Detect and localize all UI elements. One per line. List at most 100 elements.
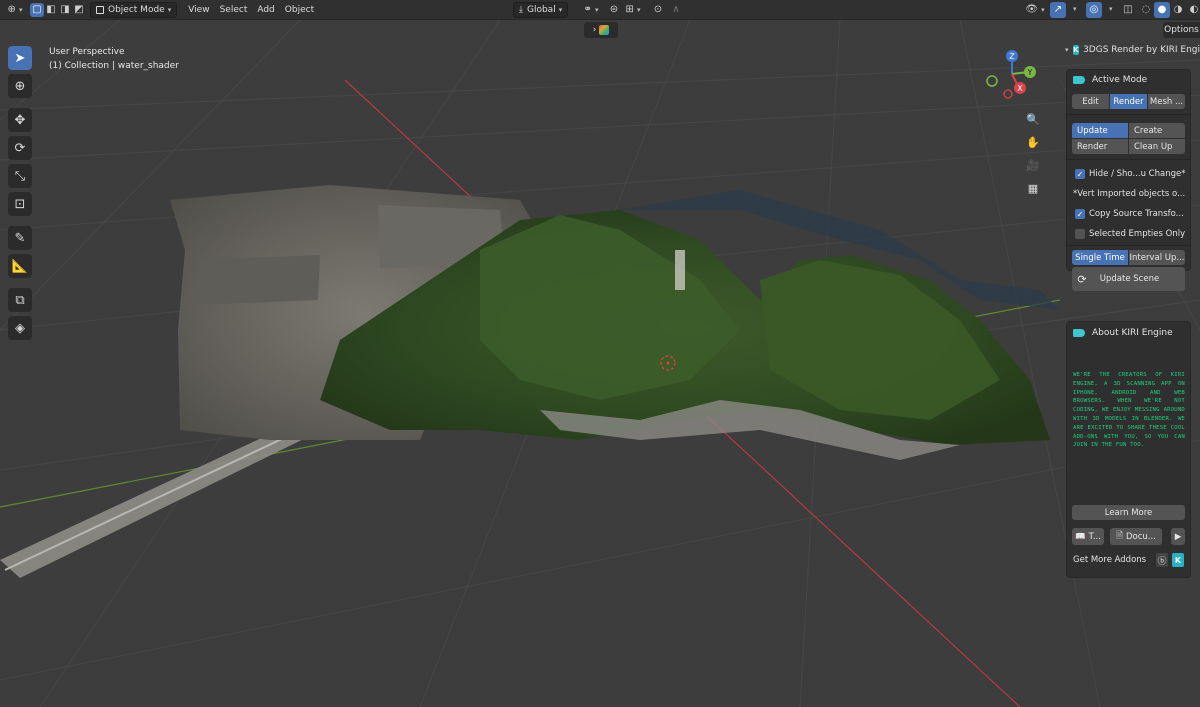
move-tool-icon[interactable]: ✥ bbox=[8, 108, 32, 132]
snap-icon[interactable]: ⊜ bbox=[606, 2, 622, 18]
sidebar-panel: ▾ K 3DGS Render by KIRI Engi Active Mode… bbox=[1062, 40, 1200, 707]
play-icon: ▶ bbox=[1174, 531, 1182, 542]
hide-show-label: Hide / Sho...u Change* bbox=[1089, 169, 1186, 179]
xray-icon[interactable]: ◫ bbox=[1120, 2, 1136, 18]
blender-window: ⊕ ▾ ▢ ◧ ◨ ◩ Object Mode ▾ View Select Add… bbox=[0, 0, 1200, 707]
learn-more-button[interactable]: Learn More bbox=[1072, 505, 1185, 520]
refresh-icon: ⟳ bbox=[1077, 272, 1087, 286]
annotate-tool-icon[interactable]: ✎ bbox=[8, 226, 32, 250]
rotate-tool-icon[interactable]: ⟳ bbox=[8, 136, 32, 160]
shading-material-icon[interactable]: ◑ bbox=[1170, 2, 1186, 18]
falloff-icon[interactable]: ∧ bbox=[668, 2, 684, 18]
select-subtract-icon[interactable]: ◨ bbox=[58, 2, 72, 18]
render-button[interactable]: Render bbox=[1072, 139, 1128, 154]
get-more-addons-row: Get More Addons ⓑ K bbox=[1067, 549, 1190, 571]
menu-view[interactable]: View bbox=[183, 2, 214, 18]
about-header: About KIRI Engine bbox=[1067, 323, 1190, 343]
add-cube-tool-icon[interactable]: ⧉ bbox=[8, 288, 32, 312]
options-dropdown[interactable]: Options bbox=[1163, 22, 1200, 38]
overlay-toggle-icon[interactable]: ◎ bbox=[1086, 1, 1102, 18]
scene-render bbox=[0, 20, 1200, 707]
kiri-engine-link-icon[interactable]: K bbox=[1172, 553, 1184, 567]
viewport-header: ⊕ ▾ ▢ ◧ ◨ ◩ Object Mode ▾ View Select Add… bbox=[0, 0, 1200, 20]
cursor-tool-icon[interactable]: ⊕ bbox=[8, 74, 32, 98]
chevron-down-icon[interactable]: ▾ bbox=[1109, 5, 1113, 13]
navigation-gizmo[interactable]: Z Y X bbox=[980, 46, 1040, 106]
transform-orientation-dropdown[interactable]: ⤓ Global ▾ bbox=[513, 1, 569, 18]
shading-wireframe-icon[interactable]: ◌ bbox=[1138, 2, 1154, 18]
gizmo-neg-y-icon[interactable] bbox=[986, 75, 998, 87]
hide-show-checkbox-row[interactable]: ✓ Hide / Sho...u Change* bbox=[1067, 164, 1190, 184]
video-button[interactable]: ▶ bbox=[1171, 528, 1185, 545]
selected-empties-checkbox-row[interactable]: Selected Empties Only bbox=[1067, 224, 1190, 244]
panel-title-text: 3DGS Render by KIRI Engi bbox=[1083, 45, 1200, 55]
menu-object[interactable]: Object bbox=[280, 2, 319, 18]
get-more-label: Get More Addons bbox=[1073, 555, 1147, 565]
checkbox-checked-icon[interactable]: ✓ bbox=[1075, 209, 1085, 219]
view-name: User Perspective bbox=[49, 47, 125, 57]
select-extend-icon[interactable]: ◧ bbox=[44, 2, 58, 18]
about-description: We're the creators of KIRI Engine, a 3D … bbox=[1073, 372, 1185, 449]
selected-empties-label: Selected Empties Only bbox=[1089, 229, 1186, 239]
panel-title[interactable]: ▾ K 3DGS Render by KIRI Engi bbox=[1062, 40, 1200, 60]
view-info-overlay: User Perspective (1) Collection | water_… bbox=[49, 45, 179, 73]
tag-icon bbox=[1073, 76, 1085, 84]
chevron-right-icon: › bbox=[592, 25, 597, 35]
chevron-down-icon: ▾ bbox=[167, 5, 172, 14]
tag-icon bbox=[1073, 329, 1085, 337]
scale-tool-icon[interactable]: ⤡ bbox=[8, 164, 32, 188]
shading-rendered-icon[interactable]: ◐ bbox=[1186, 2, 1200, 18]
vert-note: *Vert Imported objects o... bbox=[1073, 189, 1186, 199]
tab-mesh[interactable]: Mesh ... bbox=[1148, 94, 1185, 109]
copy-source-checkbox-row[interactable]: ✓ Copy Source Transfo... bbox=[1067, 204, 1190, 224]
blendermarket-icon[interactable]: ⓑ bbox=[1156, 553, 1168, 567]
3d-viewport[interactable]: User Perspective (1) Collection | water_… bbox=[0, 20, 1200, 707]
gaussian-splat-island bbox=[0, 185, 1060, 578]
tutorial-button[interactable]: 📖 T... bbox=[1072, 528, 1104, 545]
update-button[interactable]: Update bbox=[1072, 123, 1128, 138]
measure-tool-icon[interactable]: 📐 bbox=[8, 254, 32, 278]
navigation-buttons: 🔍 ✋ 🎥 ▦ bbox=[1022, 108, 1046, 200]
documentation-button[interactable]: 🗎 Docu... bbox=[1110, 528, 1162, 545]
tab-render[interactable]: Render bbox=[1110, 94, 1148, 109]
sidebar-tab-toggle[interactable]: › bbox=[584, 22, 618, 38]
cube-icon bbox=[599, 25, 610, 35]
visibility-icon[interactable]: 👁 ▾ bbox=[1024, 2, 1046, 18]
select-tool-icon[interactable]: ➤ bbox=[8, 46, 32, 70]
extra-tool-icon[interactable]: ◈ bbox=[8, 316, 32, 340]
select-invert-icon[interactable]: ◩ bbox=[72, 2, 86, 18]
editor-type-icon[interactable]: ⊕ ▾ bbox=[4, 2, 26, 18]
tab-edit[interactable]: Edit bbox=[1072, 94, 1110, 109]
create-button[interactable]: Create bbox=[1129, 123, 1185, 138]
tab-single-time[interactable]: Single Time bbox=[1072, 250, 1129, 265]
pan-hand-icon[interactable]: ✋ bbox=[1022, 131, 1044, 153]
select-box-icon[interactable]: ▢ bbox=[30, 2, 44, 17]
shading-solid-icon[interactable]: ● bbox=[1154, 1, 1170, 18]
perspective-grid-icon[interactable]: ▦ bbox=[1022, 177, 1044, 199]
action-buttons: Update Create Render Clean Up bbox=[1072, 123, 1185, 154]
timing-tabs: Single Time Interval Up... bbox=[1072, 250, 1185, 265]
gizmo-toggle-icon[interactable]: ↗ bbox=[1050, 1, 1066, 18]
about-heading: About KIRI Engine bbox=[1092, 328, 1173, 338]
clean-up-button[interactable]: Clean Up bbox=[1129, 139, 1185, 154]
camera-view-icon[interactable]: 🎥 bbox=[1022, 154, 1044, 176]
chevron-down-icon: ▾ bbox=[558, 5, 563, 14]
document-icon: 🗎 bbox=[1116, 530, 1123, 541]
chevron-down-icon[interactable]: ▾ bbox=[1073, 5, 1077, 13]
gizmo-neg-x-icon[interactable] bbox=[1003, 89, 1013, 99]
mode-dropdown[interactable]: Object Mode ▾ bbox=[90, 1, 178, 18]
checkbox-unchecked-icon[interactable] bbox=[1075, 229, 1085, 239]
mode-label: Object Mode bbox=[108, 4, 165, 15]
snap-target-icon[interactable]: ⊞ ▾ bbox=[622, 2, 644, 18]
orientation-label: Global bbox=[526, 4, 556, 15]
menu-select[interactable]: Select bbox=[215, 2, 253, 18]
transform-tool-icon[interactable]: ⊡ bbox=[8, 192, 32, 216]
update-scene-button[interactable]: ⟳ Update Scene bbox=[1072, 267, 1185, 291]
zoom-icon[interactable]: 🔍 bbox=[1022, 108, 1044, 130]
menu-add[interactable]: Add bbox=[252, 2, 279, 18]
tab-interval-update[interactable]: Interval Up... bbox=[1129, 250, 1185, 265]
checkbox-checked-icon[interactable]: ✓ bbox=[1075, 169, 1085, 179]
pivot-point-icon[interactable]: ⚭ ▾ bbox=[580, 2, 602, 18]
proportional-edit-icon[interactable]: ⊙ bbox=[650, 2, 666, 18]
docs-label: Docu... bbox=[1125, 531, 1156, 542]
